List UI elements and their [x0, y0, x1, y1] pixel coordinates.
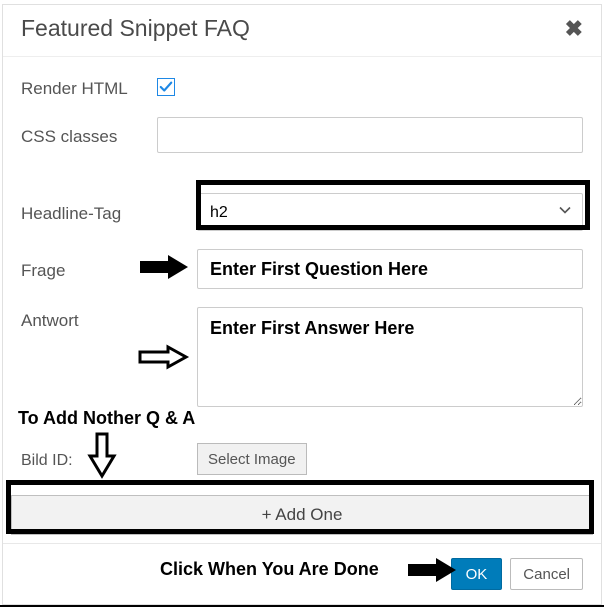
modal-body: Render HTML CSS classes Headline-Tag h2 … — [3, 57, 601, 491]
modal-dialog: Featured Snippet FAQ ✖ Render HTML CSS c… — [2, 4, 602, 605]
label-css-classes: CSS classes — [21, 123, 157, 147]
label-bild-id: Bild ID: — [21, 448, 197, 470]
modal-header: Featured Snippet FAQ ✖ — [3, 5, 601, 57]
add-one-button[interactable]: + Add One — [11, 495, 593, 535]
close-icon[interactable]: ✖ — [565, 16, 583, 42]
checkbox-render-html[interactable] — [157, 78, 175, 96]
row-antwort: Antwort — [21, 307, 583, 407]
row-frage: Frage — [21, 249, 583, 289]
row-css-classes: CSS classes — [21, 117, 583, 153]
textarea-antwort[interactable] — [197, 307, 583, 407]
modal-footer: OK Cancel — [3, 543, 601, 594]
row-bild-id: Bild ID: Select Image — [21, 443, 583, 475]
input-css-classes[interactable] — [157, 117, 583, 153]
row-headline-tag: Headline-Tag h2 — [21, 193, 583, 231]
row-render-html: Render HTML — [21, 75, 583, 99]
label-render-html: Render HTML — [21, 75, 157, 99]
ok-button[interactable]: OK — [451, 558, 503, 590]
modal-title: Featured Snippet FAQ — [21, 15, 250, 42]
cancel-button[interactable]: Cancel — [510, 558, 583, 590]
label-antwort: Antwort — [21, 307, 197, 331]
select-headline-tag[interactable]: h2 — [197, 193, 583, 231]
select-wrap: h2 — [197, 193, 583, 231]
select-image-button[interactable]: Select Image — [197, 443, 307, 475]
label-frage: Frage — [21, 257, 197, 281]
input-frage[interactable] — [197, 249, 583, 289]
label-headline-tag: Headline-Tag — [21, 200, 197, 224]
